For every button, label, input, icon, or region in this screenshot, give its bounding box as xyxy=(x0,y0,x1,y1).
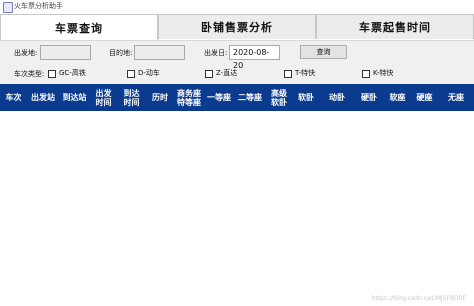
type-k-checkbox[interactable]: K-特快 xyxy=(362,69,393,78)
date-label: 出发日: xyxy=(204,49,228,57)
checkbox-box[interactable] xyxy=(48,69,56,78)
col-duration[interactable]: 历时 xyxy=(146,84,174,111)
watermark: https://blog.csdn.net/MJ5F9DRF xyxy=(371,295,466,302)
type-t-checkbox[interactable]: T-特快 xyxy=(284,69,315,78)
tab-ticket-query[interactable]: 车票查询 xyxy=(0,14,158,40)
to-station-input[interactable] xyxy=(134,45,185,60)
type-gc-label: GC-高铁 xyxy=(59,69,86,77)
tab-sleeper-analysis[interactable]: 卧铺售票分析 xyxy=(158,14,316,39)
col-hard-seat[interactable]: 硬座 xyxy=(411,84,438,111)
results-table-body xyxy=(0,111,474,306)
col-hard-sleeper[interactable]: 硬卧 xyxy=(354,84,384,111)
col-arrive-station[interactable]: 到达站 xyxy=(59,84,90,111)
window-title: 火车票分析助手 xyxy=(14,2,63,10)
col-arrive-time[interactable]: 到达 时间 xyxy=(117,84,146,111)
checkbox-box[interactable] xyxy=(205,69,213,78)
tab-sale-time[interactable]: 车票起售时间 xyxy=(316,14,474,39)
table-header: 车次 出发站 到达站 出发 时间 到达 时间 历时 商务座 特等座 一等座 二等… xyxy=(0,84,474,111)
title-bar: 火车票分析助手 xyxy=(0,0,474,14)
train-type-label: 车次类型: xyxy=(14,70,45,78)
search-button[interactable]: 查询 xyxy=(300,45,347,59)
to-label: 目的地: xyxy=(109,49,133,57)
col-no-seat[interactable]: 无座 xyxy=(438,84,474,111)
type-k-label: K-特快 xyxy=(373,69,394,77)
col-deluxe-sleeper[interactable]: 高级 软卧 xyxy=(266,84,292,111)
query-panel: 出发地: 目的地: 出发日: 2020-08-20 查询 车次类型: GC-高铁… xyxy=(0,40,474,85)
type-z-checkbox[interactable]: Z-直达 xyxy=(205,69,237,78)
col-depart-station[interactable]: 出发站 xyxy=(27,84,59,111)
type-d-checkbox[interactable]: D-动车 xyxy=(127,69,160,78)
checkbox-box[interactable] xyxy=(127,69,135,78)
col-depart-time[interactable]: 出发 时间 xyxy=(90,84,117,111)
from-station-input[interactable] xyxy=(40,45,91,60)
type-gc-checkbox[interactable]: GC-高铁 xyxy=(48,69,86,78)
col-first-class[interactable]: 一等座 xyxy=(204,84,234,111)
col-soft-seat[interactable]: 软座 xyxy=(384,84,411,111)
checkbox-box[interactable] xyxy=(284,69,292,78)
col-second-class[interactable]: 二等座 xyxy=(234,84,266,111)
checkbox-box[interactable] xyxy=(362,69,370,78)
type-d-label: D-动车 xyxy=(138,69,160,77)
app-icon xyxy=(3,2,13,13)
from-label: 出发地: xyxy=(14,49,38,57)
col-soft-sleeper[interactable]: 软卧 xyxy=(292,84,320,111)
col-business-seat[interactable]: 商务座 特等座 xyxy=(174,84,204,111)
type-t-label: T-特快 xyxy=(295,69,316,77)
tab-bar: 车票查询 卧铺售票分析 车票起售时间 xyxy=(0,14,474,40)
col-emu-sleeper[interactable]: 动卧 xyxy=(320,84,354,111)
date-input[interactable]: 2020-08-20 xyxy=(229,45,280,70)
type-z-label: Z-直达 xyxy=(216,69,238,77)
col-train-no[interactable]: 车次 xyxy=(0,84,27,111)
